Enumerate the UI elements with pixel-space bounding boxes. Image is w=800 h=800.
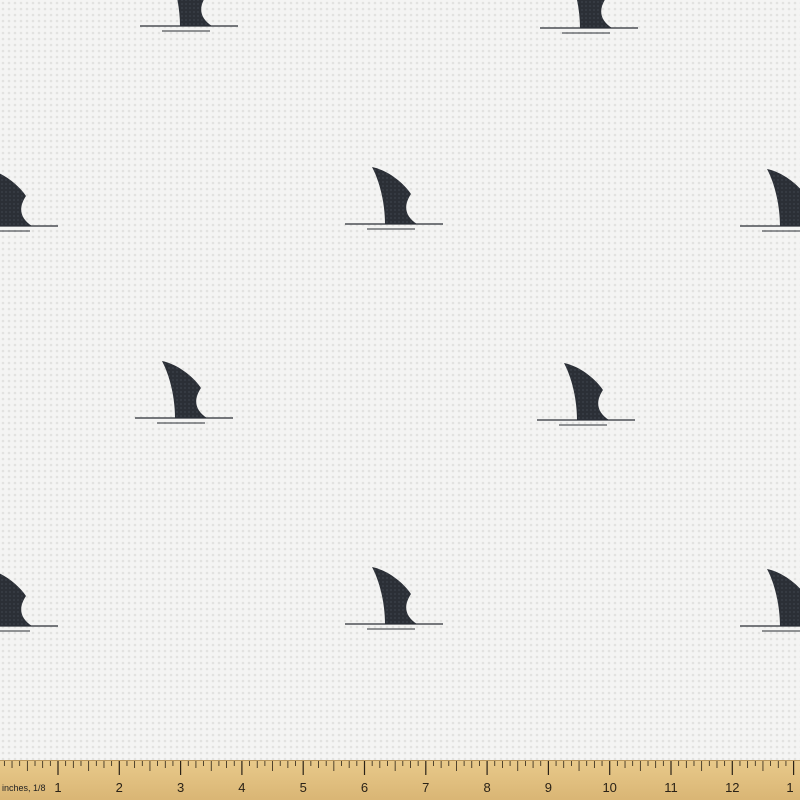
ruler-number: 8 (483, 780, 490, 795)
ruler-number: 6 (361, 780, 368, 795)
ruler-number: 4 (238, 780, 245, 795)
fabric-swatch: 1 2 3 4 5 6 7 8 9 10 11 12 1 inches, 1/8 (0, 0, 800, 800)
ruler-number: 5 (300, 780, 307, 795)
ruler-number: 1 (786, 780, 793, 795)
measuring-ruler: 1 2 3 4 5 6 7 8 9 10 11 12 1 inches, 1/8 (0, 760, 800, 800)
ruler-number: 11 (664, 780, 678, 795)
ruler-ticks: 1 2 3 4 5 6 7 8 9 10 11 12 1 (3, 761, 795, 795)
ruler-number: 10 (602, 780, 616, 795)
ruler-unit-label: inches, 1/8 (2, 783, 46, 793)
ruler-number: 12 (725, 780, 739, 795)
ruler-number: 3 (177, 780, 184, 795)
fabric-pattern (0, 0, 800, 800)
ruler-number: 2 (116, 780, 123, 795)
ruler-number: 9 (545, 780, 552, 795)
ruler-number: 7 (422, 780, 429, 795)
ruler-number: 1 (54, 780, 61, 795)
